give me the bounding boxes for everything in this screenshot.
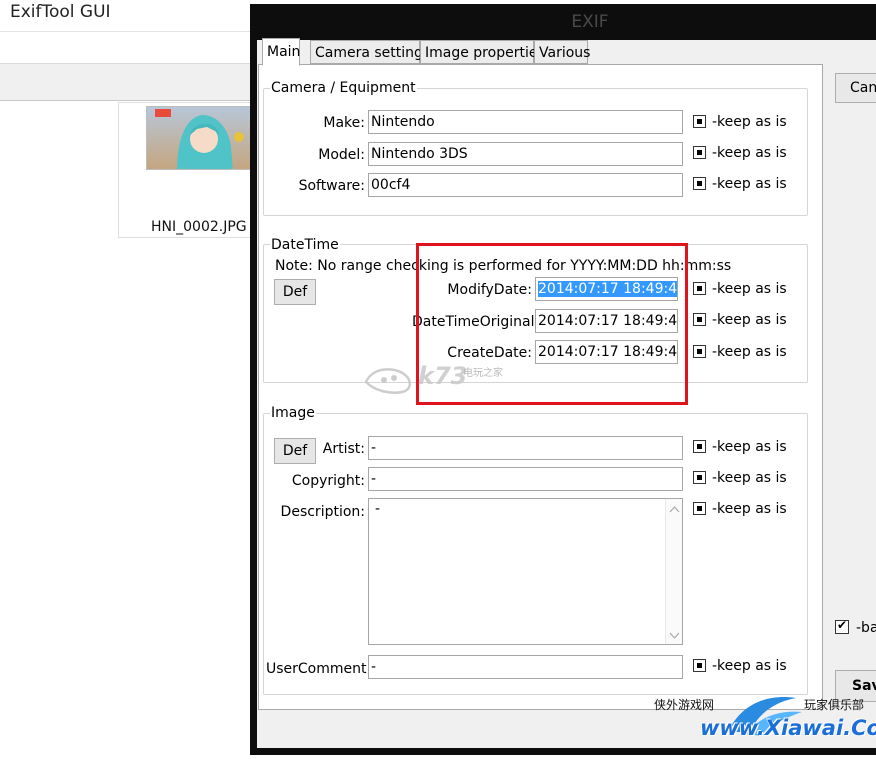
usercomment-keep-label: -keep as is <box>712 658 787 674</box>
main-toolbar <box>0 63 260 101</box>
dialog-title: EXIF <box>571 12 609 32</box>
xiawai-watermark-left-text: 侠外游戏网 <box>654 698 715 712</box>
tab-main[interactable]: Main <box>262 38 300 66</box>
description-textarea[interactable]: - <box>368 498 683 645</box>
cancel-button[interactable]: Canc <box>835 73 876 103</box>
artist-keep-label: -keep as is <box>712 439 787 455</box>
modify-date-keep-label: -keep as is <box>712 281 787 297</box>
description-label: Description: <box>280 504 365 520</box>
main-window-title: ExifTool GUI <box>10 2 111 22</box>
make-input[interactable]: Nintendo <box>368 110 683 134</box>
copyright-label: Copyright: <box>291 473 365 489</box>
model-keep-checkbox[interactable] <box>693 146 706 159</box>
tab-various[interactable]: Various <box>534 40 590 64</box>
image-legend: Image <box>270 405 316 421</box>
description-keep-checkbox[interactable] <box>693 502 706 515</box>
make-keep-checkbox[interactable] <box>693 115 706 128</box>
create-date-keep-checkbox[interactable] <box>693 345 706 358</box>
usercomment-input[interactable]: - <box>368 655 683 679</box>
software-keep-label: -keep as is <box>712 176 787 192</box>
backup-checkbox[interactable] <box>835 618 849 634</box>
model-label: Model: <box>318 147 365 163</box>
k73-watermark-text: k73 <box>418 362 468 390</box>
description-scrollbar[interactable] <box>665 499 682 644</box>
xiawai-watermark-url: www.Xiawai.Com <box>700 716 876 740</box>
usercomment-label: UserComment: <box>266 661 372 677</box>
copyright-keep-label: -keep as is <box>712 470 787 486</box>
datetime-original-keep-label: -keep as is <box>712 312 787 328</box>
description-keep-label: -keep as is <box>712 501 787 517</box>
tab-image-properties[interactable]: Image properties <box>420 40 545 64</box>
artist-keep-checkbox[interactable] <box>693 440 706 453</box>
thumbnail-image <box>146 106 256 170</box>
artist-input[interactable]: - <box>368 436 683 460</box>
software-label: Software: <box>298 178 365 194</box>
image-def-button[interactable]: Def <box>274 438 316 464</box>
modify-date-keep-checkbox[interactable] <box>693 282 706 295</box>
software-keep-checkbox[interactable] <box>693 177 706 190</box>
make-keep-label: -keep as is <box>712 114 787 130</box>
create-date-keep-label: -keep as is <box>712 344 787 360</box>
model-input[interactable]: Nintendo 3DS <box>368 142 683 166</box>
camera-equipment-legend: Camera / Equipment <box>270 80 417 96</box>
software-input[interactable]: 00cf4 <box>368 173 683 197</box>
xiawai-watermark-right-text: 玩家俱乐部 <box>804 698 865 712</box>
model-keep-label: -keep as is <box>712 145 787 161</box>
copyright-input[interactable]: - <box>368 467 683 491</box>
artist-label: Artist: <box>322 441 365 457</box>
usercomment-keep-checkbox[interactable] <box>693 659 706 672</box>
datetime-legend: DateTime <box>270 237 340 253</box>
description-text: - <box>375 501 381 517</box>
datetime-def-button[interactable]: Def <box>274 279 316 305</box>
copyright-keep-checkbox[interactable] <box>693 471 706 484</box>
backup-label: -bac <box>856 620 876 636</box>
thumbnail-filename: HNI_0002.JPG <box>151 219 247 235</box>
tab-camera-settings[interactable]: Camera settings <box>310 40 430 64</box>
k73-watermark-subtext: 电玩之家 <box>463 368 503 379</box>
datetime-original-keep-checkbox[interactable] <box>693 313 706 326</box>
make-label: Make: <box>323 115 365 131</box>
